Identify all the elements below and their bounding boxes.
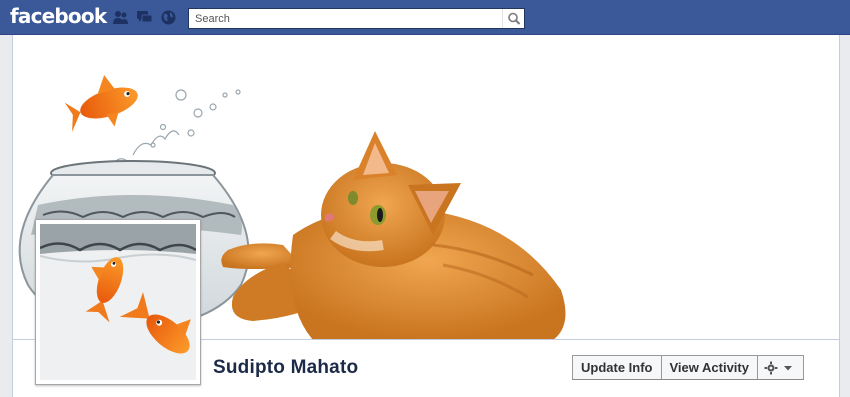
search-box <box>188 8 525 29</box>
jumping-goldfish <box>64 75 138 132</box>
messages-icon[interactable] <box>136 9 153 26</box>
profile-name[interactable]: Sudipto Mahato <box>213 357 358 379</box>
search-icon <box>508 12 521 25</box>
caret-down-icon <box>783 366 792 371</box>
friend-requests-icon[interactable] <box>112 9 129 26</box>
search-input[interactable] <box>189 9 501 28</box>
profile-actions: Update Info View Activity <box>572 355 804 380</box>
gear-icon <box>764 361 778 375</box>
orange-cat <box>221 131 566 339</box>
timeline-panel: Sudipto Mahato Update Info View Activity <box>12 35 840 397</box>
search-button[interactable] <box>502 9 524 28</box>
settings-dropdown-button[interactable] <box>757 355 804 380</box>
profile-picture[interactable] <box>35 219 201 385</box>
top-bar: facebook <box>0 0 850 35</box>
update-info-button[interactable]: Update Info <box>572 355 662 380</box>
view-activity-button[interactable]: View Activity <box>661 355 758 380</box>
profile-goldfish-image <box>40 224 196 380</box>
gear-dropdown-icons <box>764 361 792 375</box>
facebook-logo[interactable]: facebook <box>10 4 107 28</box>
notifications-globe-icon[interactable] <box>160 9 177 26</box>
